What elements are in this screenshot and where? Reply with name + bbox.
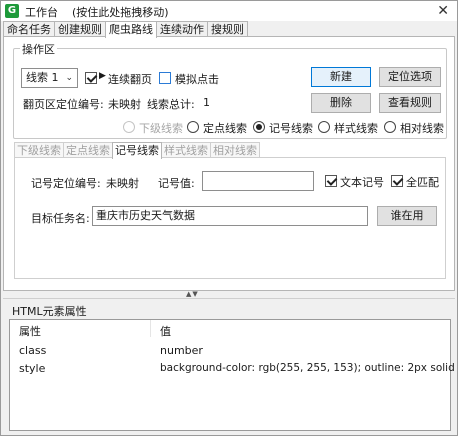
tab-relative-clue[interactable]: 相对线索 — [210, 142, 260, 158]
radio-style-clue-label[interactable]: 样式线索 — [334, 120, 378, 136]
target-task-input[interactable]: 重庆市历史天气数据 — [92, 206, 368, 226]
clue-tabs: 下级线索 定点线索 记号线索 样式线索 相对线索 — [14, 142, 260, 159]
window-drag-hint: (按住此处拖拽移动) — [72, 6, 169, 19]
page-locate-value: 未映射 — [108, 98, 141, 111]
app-logo-icon: G — [5, 4, 19, 18]
prop-value-cell: background-color: rgb(255, 255, 153); ou… — [160, 362, 458, 374]
tab-name-task[interactable]: 命名任务 — [3, 21, 55, 37]
simulate-click-label[interactable]: 模拟点击 — [175, 71, 219, 87]
page-locate-label: 翻页区定位编号: — [23, 98, 104, 111]
locate-options-button[interactable]: 定位选项 — [379, 67, 441, 87]
tab-crawl-route[interactable]: 爬虫路线 — [105, 21, 157, 38]
continuous-page-label[interactable]: 连续翻页 — [108, 71, 152, 87]
mark-value-input[interactable] — [202, 171, 314, 191]
props-title: HTML元素属性 — [12, 305, 87, 318]
prop-attr-cell: class — [19, 344, 47, 357]
tab-style-clue[interactable]: 样式线索 — [161, 142, 211, 158]
radio-fixed-clue-label[interactable]: 定点线索 — [203, 120, 247, 136]
mark-clue-panel: 记号定位编号: 未映射 记号值: 文本记号 全匹配 目标任务名: 重庆市历史天气… — [14, 157, 446, 279]
props-header-value: 值 — [160, 325, 171, 338]
tab-mark-clue[interactable]: 记号线索 — [112, 142, 162, 159]
tab-sub-clue[interactable]: 下级线索 — [14, 142, 64, 158]
prop-value-cell: number — [160, 344, 203, 357]
view-rules-button[interactable]: 查看规则 — [379, 93, 441, 113]
route-select-value: 线索 1 — [26, 71, 59, 84]
full-match-label[interactable]: 全匹配 — [406, 174, 439, 190]
mark-locate-value: 未映射 — [106, 177, 139, 190]
continuous-page-checkbox[interactable] — [85, 72, 97, 84]
delete-button[interactable]: 删除 — [311, 93, 371, 113]
title-bar[interactable]: G 工作台 (按住此处拖拽移动) ✕ — [1, 1, 457, 21]
new-button[interactable]: 新建 — [311, 67, 371, 87]
crawl-route-panel: 操作区 线索 1 ⌄ ▶ 连续翻页 模拟点击 新建 定位选项 删除 查看规则 翻… — [3, 36, 455, 291]
props-header-attr: 属性 — [19, 325, 41, 338]
prop-attr-cell: style — [19, 362, 46, 375]
props-table[interactable]: 属性 值 class number style background-color… — [9, 319, 458, 431]
ops-legend: 操作区 — [20, 41, 57, 57]
clue-total-value: 1 — [203, 96, 210, 109]
close-icon[interactable]: ✕ — [437, 1, 449, 21]
main-tabs: 命名任务 创建规则 爬虫路线 连续动作 搜规则 — [3, 21, 248, 38]
who-uses-button[interactable]: 谁在用 — [377, 206, 437, 226]
radio-sub-clue-label: 下级线索 — [139, 122, 183, 135]
radio-sub-clue — [123, 121, 135, 133]
tab-continuous-action[interactable]: 连续动作 — [156, 21, 208, 37]
chevron-down-icon: ⌄ — [65, 73, 73, 83]
cursor-arrow-icon: ▶ — [99, 71, 106, 81]
target-task-label: 目标任务名: — [31, 212, 90, 225]
tab-fixed-clue[interactable]: 定点线索 — [63, 142, 113, 158]
simulate-click-checkbox[interactable] — [159, 72, 171, 84]
text-mark-checkbox[interactable] — [325, 175, 337, 187]
mark-value-label: 记号值: — [158, 177, 195, 190]
tab-search-rule[interactable]: 搜规则 — [207, 21, 248, 37]
column-divider[interactable] — [150, 320, 151, 337]
radio-style-clue[interactable] — [318, 121, 330, 133]
radio-relative-clue[interactable] — [384, 121, 396, 133]
full-match-checkbox[interactable] — [391, 175, 403, 187]
clue-total-label: 线索总计: — [147, 98, 195, 111]
radio-relative-clue-label[interactable]: 相对线索 — [400, 120, 444, 136]
radio-mark-clue[interactable] — [253, 121, 265, 133]
html-props-panel: HTML元素属性 属性 值 class number style backgro… — [3, 298, 458, 435]
mark-locate-label: 记号定位编号: — [31, 177, 101, 190]
radio-fixed-clue[interactable] — [187, 121, 199, 133]
route-select[interactable]: 线索 1 ⌄ — [21, 68, 78, 88]
text-mark-label[interactable]: 文本记号 — [340, 174, 384, 190]
radio-mark-clue-label[interactable]: 记号线索 — [269, 120, 313, 136]
workbench-window: G 工作台 (按住此处拖拽移动) ✕ 命名任务 创建规则 爬虫路线 连续动作 搜… — [0, 0, 458, 436]
window-title: 工作台 (按住此处拖拽移动) — [25, 4, 169, 20]
tab-create-rule[interactable]: 创建规则 — [54, 21, 106, 37]
window-title-text: 工作台 — [25, 6, 58, 19]
splitter-grip-icon: ▲▼ — [186, 290, 199, 298]
